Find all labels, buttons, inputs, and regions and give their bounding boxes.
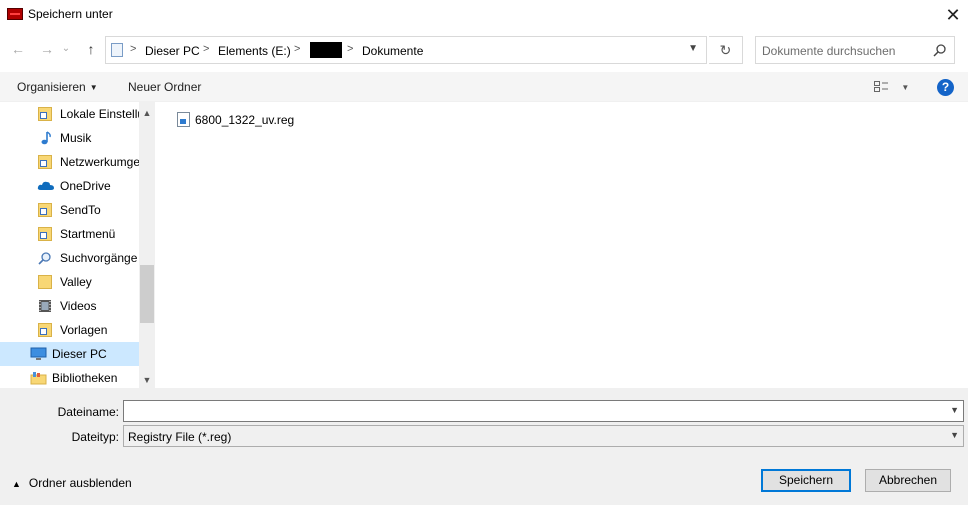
- file-list-pane[interactable]: 6800_1322_uv.reg: [155, 102, 968, 388]
- tree-item-label: Dieser PC: [52, 347, 107, 361]
- breadcrumb-separator: >: [130, 43, 137, 55]
- folder-icon: [38, 275, 52, 289]
- computer-icon: [30, 347, 47, 360]
- tree-item-label: SendTo: [60, 203, 101, 217]
- search-box[interactable]: Dokumente durchsuchen: [755, 36, 955, 64]
- save-button[interactable]: Speichern: [761, 469, 851, 492]
- tree-item-lokale-einstellungen[interactable]: Lokale Einstellungen: [0, 102, 139, 126]
- navigation-bar: ← → ⌄ ↑ > Dieser PC > Elements (E:) > > …: [0, 34, 968, 66]
- scroll-down-icon[interactable]: ▼: [139, 372, 155, 388]
- chevron-up-icon: ▲: [12, 479, 21, 489]
- tree-item-label: Videos: [60, 299, 97, 313]
- tree-item-sendto[interactable]: SendTo: [0, 198, 139, 222]
- organize-label: Organisieren: [17, 80, 86, 94]
- music-icon: [41, 131, 51, 145]
- recent-locations-button[interactable]: ⌄: [59, 38, 73, 60]
- search-icon: [38, 252, 51, 265]
- tree-item-vorlagen[interactable]: Vorlagen: [0, 318, 139, 342]
- registry-file-icon: [177, 112, 190, 127]
- file-name: 6800_1322_uv.reg: [195, 113, 295, 127]
- filetype-select[interactable]: Registry File (*.reg) ▼: [123, 425, 964, 447]
- chevron-down-icon[interactable]: ▼: [950, 430, 959, 440]
- window-title: Speichern unter: [28, 7, 113, 21]
- shortcut-folder-icon: [38, 227, 52, 241]
- chevron-down-icon[interactable]: ▼: [688, 43, 698, 54]
- breadcrumb-separator: >: [294, 43, 301, 55]
- view-options-button[interactable]: ▼: [874, 80, 909, 94]
- tree-item-label: Lokale Einstellungen: [60, 107, 139, 121]
- tree-item-label: Musik: [60, 131, 92, 145]
- tree-item-label: Suchvorgänge: [60, 251, 138, 265]
- tree-item-label: Valley: [60, 275, 92, 289]
- scrollbar-thumb[interactable]: [140, 265, 154, 323]
- hide-folders-label: Ordner ausblenden: [28, 476, 132, 490]
- help-button[interactable]: ?: [937, 79, 954, 96]
- command-bar: Organisieren ▼ Neuer Ordner ▼ ?: [0, 72, 968, 102]
- tree-item-startmenu[interactable]: Startmenü: [0, 222, 139, 246]
- shortcut-folder-icon: [38, 155, 52, 169]
- refresh-button[interactable]: ↻: [709, 36, 743, 64]
- filename-field[interactable]: ▼: [123, 400, 964, 422]
- address-bar[interactable]: > Dieser PC > Elements (E:) > > Dokument…: [105, 36, 707, 64]
- tree-item-onedrive[interactable]: OneDrive: [0, 174, 139, 198]
- search-icon[interactable]: [933, 43, 947, 57]
- tree-item-suchvorgaenge[interactable]: Suchvorgänge: [0, 246, 139, 270]
- tree-item-label: Startmenü: [60, 227, 116, 241]
- navigation-scrollbar[interactable]: ▲ ▼: [139, 102, 155, 388]
- navigation-pane[interactable]: Lokale Einstellungen Musik Netzwerkumgeb…: [0, 102, 155, 388]
- breadcrumb-dieser-pc[interactable]: Dieser PC: [145, 44, 200, 58]
- breadcrumb-separator: >: [347, 43, 354, 55]
- shortcut-folder-icon: [38, 203, 52, 217]
- new-folder-button[interactable]: Neuer Ordner: [128, 80, 201, 94]
- location-icon: [111, 43, 123, 57]
- cloud-icon: [37, 181, 54, 190]
- chevron-down-icon[interactable]: ▼: [950, 405, 959, 415]
- tree-item-netzwerkumgebung[interactable]: Netzwerkumgebung: [0, 150, 139, 174]
- filename-label: Dateiname:: [57, 405, 119, 419]
- library-icon: [30, 372, 47, 385]
- tree-item-label: OneDrive: [60, 179, 111, 193]
- video-icon: [39, 300, 51, 312]
- tree-item-dieser-pc[interactable]: Dieser PC: [0, 342, 139, 366]
- cancel-button[interactable]: Abbrechen: [865, 469, 951, 492]
- title-bar: Speichern unter ✕: [0, 0, 968, 30]
- tree-item-videos[interactable]: Videos: [0, 294, 139, 318]
- filetype-label: Dateityp:: [71, 430, 119, 444]
- tree-item-musik[interactable]: Musik: [0, 126, 139, 150]
- up-button[interactable]: ↑: [80, 38, 102, 60]
- shortcut-folder-icon: [38, 107, 52, 121]
- caret-down-icon: ▼: [901, 83, 910, 92]
- back-button[interactable]: ←: [7, 38, 29, 60]
- scroll-up-icon[interactable]: ▲: [139, 105, 155, 121]
- breadcrumb-dokumente[interactable]: Dokumente: [362, 44, 423, 58]
- tree-item-valley[interactable]: Valley: [0, 270, 139, 294]
- tree-item-label: Vorlagen: [60, 323, 108, 337]
- breadcrumb-separator: >: [203, 43, 210, 55]
- tree-item-bibliotheken[interactable]: Bibliotheken: [0, 366, 139, 388]
- close-button[interactable]: ✕: [938, 0, 968, 30]
- shortcut-folder-icon: [38, 323, 52, 337]
- tree-item-label: Netzwerkumgebung: [60, 155, 139, 169]
- filetype-value: Registry File (*.reg): [128, 430, 232, 444]
- hide-folders-toggle[interactable]: ▲ Ordner ausblenden: [12, 476, 132, 490]
- organize-button[interactable]: Organisieren ▼: [17, 80, 98, 94]
- app-icon: [7, 8, 23, 20]
- view-grid-icon: [874, 81, 888, 92]
- caret-down-icon: ▼: [89, 83, 98, 92]
- forward-button[interactable]: →: [36, 38, 58, 60]
- save-options-panel: Dateiname: ▼ Dateityp: Registry File (*.…: [0, 388, 968, 505]
- breadcrumb-elements-drive[interactable]: Elements (E:): [218, 44, 291, 58]
- redacted-folder-name: [310, 42, 342, 58]
- search-input[interactable]: Dokumente durchsuchen: [762, 44, 895, 58]
- tree-item-label: Bibliotheken: [52, 371, 118, 385]
